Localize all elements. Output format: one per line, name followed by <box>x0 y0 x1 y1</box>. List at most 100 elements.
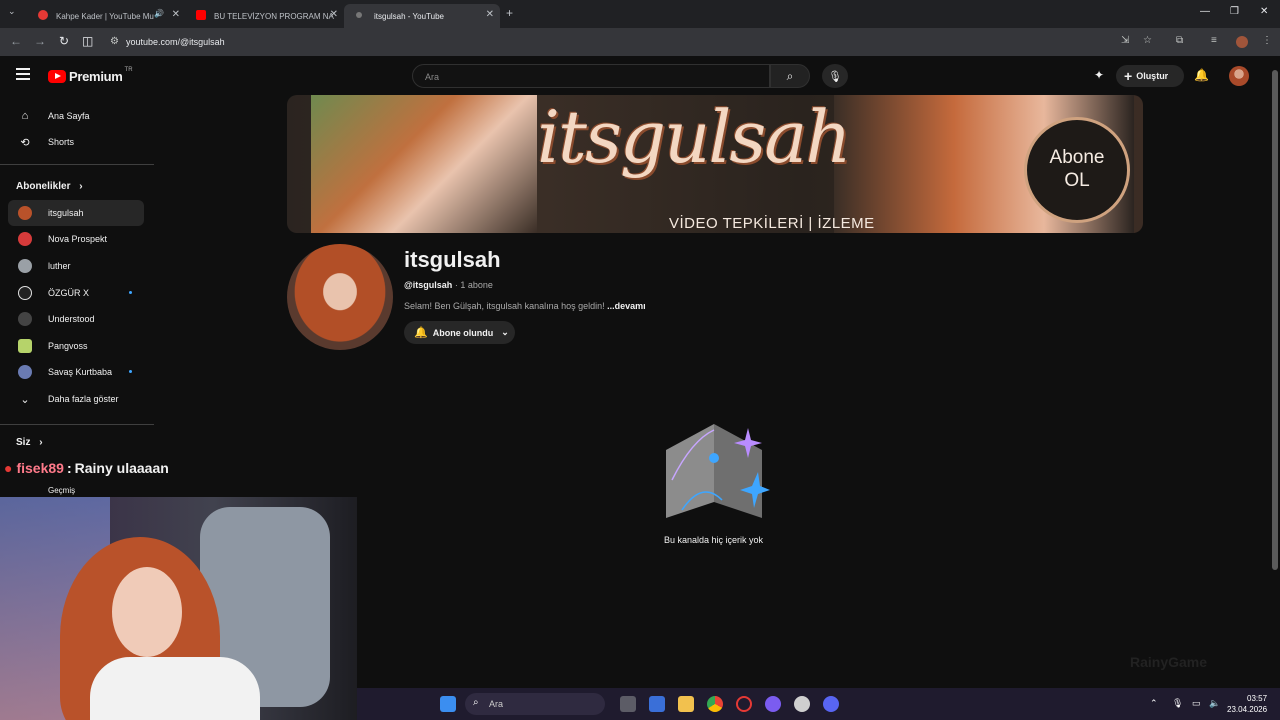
subscriber-count: 1 abone <box>460 280 493 290</box>
sidebar-item-history[interactable]: Geçmiş <box>8 484 144 496</box>
opera-icon[interactable] <box>736 696 752 712</box>
media-control-icon[interactable]: ≡ <box>1211 35 1217 46</box>
subscriptions-header-label: Abonelikler <box>16 181 71 192</box>
youtube-masthead: Premium TR Ara ⌕ 🎙 ✦ + Oluştur 🔔 <box>0 56 1270 96</box>
install-app-icon[interactable]: ⇲ <box>1121 35 1129 46</box>
profile-avatar-icon[interactable] <box>1236 36 1248 48</box>
extensions-icon[interactable]: ⧉ <box>1176 35 1183 46</box>
windows-start-icon[interactable] <box>440 696 456 712</box>
bookmark-star-icon[interactable]: ☆ <box>1143 35 1152 46</box>
sidebar-item-itsgulsah[interactable]: itsgulsah <box>8 200 144 226</box>
page-scrollbar[interactable] <box>1270 56 1280 688</box>
notifications-bell-icon[interactable]: 🔔 <box>1194 68 1209 82</box>
volume-icon[interactable]: 🔈 <box>1209 698 1220 709</box>
chevron-down-icon: ⌄ <box>501 327 509 337</box>
create-button[interactable]: + Oluştur <box>1116 65 1184 87</box>
more-link[interactable]: ...devamı <box>607 301 646 311</box>
show-more-button[interactable]: ⌄ Daha fazla göster <box>8 386 144 412</box>
close-tab-icon[interactable]: ✕ <box>330 9 338 20</box>
close-tab-icon[interactable]: ✕ <box>486 9 494 20</box>
steam-icon[interactable] <box>794 696 810 712</box>
taskbar-search-placeholder: Ara <box>489 699 504 709</box>
close-window-icon[interactable]: ✕ <box>1260 6 1268 17</box>
you-header[interactable]: Siz › <box>16 437 43 448</box>
app-icon[interactable] <box>765 696 781 712</box>
you-header-label: Siz <box>16 437 31 448</box>
sidebar-item-label: Pangvoss <box>48 341 88 351</box>
split-view-icon[interactable]: ◫ <box>82 34 93 48</box>
bell-icon: 🔔 <box>414 327 428 339</box>
webcam-overlay <box>0 497 357 720</box>
minimize-icon[interactable]: — <box>1200 6 1210 17</box>
search-button[interactable]: ⌕ <box>770 64 810 88</box>
browser-tab-3[interactable]: itsgulsah - YouTube ✕ <box>344 4 500 28</box>
chrome-icon[interactable] <box>707 696 723 712</box>
browser-tab-1[interactable]: Kahpe Kader | YouTube Mu 🔊 ✕ <box>26 4 186 28</box>
subscriptions-header[interactable]: Abonelikler › <box>16 181 83 192</box>
ai-sparkle-icon[interactable]: ✦ <box>1094 68 1104 82</box>
file-explorer-icon[interactable] <box>678 696 694 712</box>
scrollbar-thumb[interactable] <box>1272 70 1278 570</box>
hamburger-menu-icon[interactable] <box>16 68 30 80</box>
subscribed-button[interactable]: 🔔 Abone olundu ⌄ <box>404 321 515 344</box>
sidebar-item-label: Geçmiş <box>48 485 76 495</box>
sidebar: ⌂ Ana Sayfa ⟲ Shorts Abonelikler › itsgu… <box>0 96 154 496</box>
subscribed-label: Abone olundu <box>432 327 494 338</box>
channel-avatar-large[interactable] <box>287 244 393 350</box>
tab-title: itsgulsah - YouTube <box>374 11 444 21</box>
channel-avatar <box>18 339 32 353</box>
sidebar-item-label: Understood <box>48 314 95 324</box>
region-code: TR <box>124 66 133 73</box>
clock-time: 03:57 <box>1247 694 1268 703</box>
taskbar-search[interactable]: ⌕ Ara <box>465 693 605 715</box>
channel-description[interactable]: Selam! Ben Gülşah, itsgulsah kanalına ho… <box>404 301 646 311</box>
channel-avatar <box>18 232 32 246</box>
account-avatar[interactable] <box>1229 66 1249 86</box>
address-bar[interactable]: ⚙ youtube.com/@itsgulsah <box>102 32 1160 52</box>
sidebar-item-understood[interactable]: Understood <box>8 306 144 332</box>
system-clock[interactable]: 03:57 23.04.2026 <box>1227 693 1267 715</box>
discord-icon[interactable] <box>823 696 839 712</box>
search-icon: ⌕ <box>786 68 794 83</box>
streamer-face <box>112 567 182 657</box>
store-icon[interactable] <box>649 696 665 712</box>
sidebar-item-shorts[interactable]: ⟲ Shorts <box>8 129 144 155</box>
search-placeholder: Ara <box>425 72 440 82</box>
channel-banner: itsgulsah VİDEO TEPKİLERİ | İZLEME Abone… <box>287 95 1143 233</box>
speaker-icon[interactable]: 🔊 <box>154 9 164 18</box>
sidebar-item-pangvoss[interactable]: Pangvoss <box>8 333 144 359</box>
sidebar-item-label: Nova Prospekt <box>48 234 108 244</box>
logo-text: Premium <box>69 69 123 84</box>
menu-kebab-icon[interactable]: ⋮ <box>1262 35 1272 46</box>
network-icon[interactable]: ▭ <box>1192 698 1201 709</box>
youtube-play-icon <box>48 70 66 83</box>
channel-meta: @itsgulsah · 1 abone <box>404 280 493 290</box>
badge-line-1: Abone <box>1049 147 1105 169</box>
search-input[interactable]: Ara <box>412 64 770 88</box>
youtube-premium-logo[interactable]: Premium TR <box>48 66 133 84</box>
maximize-icon[interactable]: ❐ <box>1230 6 1239 17</box>
microphone-tray-icon[interactable]: 🎙 <box>1172 698 1183 709</box>
youtube-music-favicon-icon <box>38 10 48 20</box>
new-content-dot <box>129 291 132 294</box>
sidebar-item-luther[interactable]: luther <box>8 253 144 279</box>
sidebar-item-home[interactable]: ⌂ Ana Sayfa <box>8 103 144 129</box>
sidebar-item-ozgur-x[interactable]: ÖZGÜR X <box>8 280 144 306</box>
chat-username: fisek89 <box>16 460 64 476</box>
reload-icon[interactable]: ↻ <box>59 34 69 48</box>
site-info-icon[interactable]: ⚙ <box>110 36 119 47</box>
sidebar-item-savas-kurtbaba[interactable]: Savaş Kurtbaba <box>8 359 144 385</box>
new-tab-icon[interactable]: + <box>506 6 513 20</box>
tab-search-icon[interactable]: ⌄ <box>8 6 20 20</box>
channel-avatar <box>18 286 32 300</box>
empty-state-message: Bu kanalda hiç içerik yok <box>664 535 764 545</box>
voice-search-button[interactable]: 🎙 <box>822 64 848 88</box>
sidebar-item-nova-prospekt[interactable]: Nova Prospekt <box>8 226 144 252</box>
sidebar-item-label: ÖZGÜR X <box>48 288 90 298</box>
tray-chevron-icon[interactable]: ⌃ <box>1150 698 1158 709</box>
browser-tab-2[interactable]: BU TELEVİZYON PROGRAM NA ✕ <box>184 4 344 28</box>
task-view-icon[interactable] <box>620 696 636 712</box>
close-tab-icon[interactable]: ✕ <box>172 9 180 20</box>
forward-icon[interactable]: → <box>34 34 46 48</box>
back-icon[interactable]: ← <box>10 34 22 48</box>
